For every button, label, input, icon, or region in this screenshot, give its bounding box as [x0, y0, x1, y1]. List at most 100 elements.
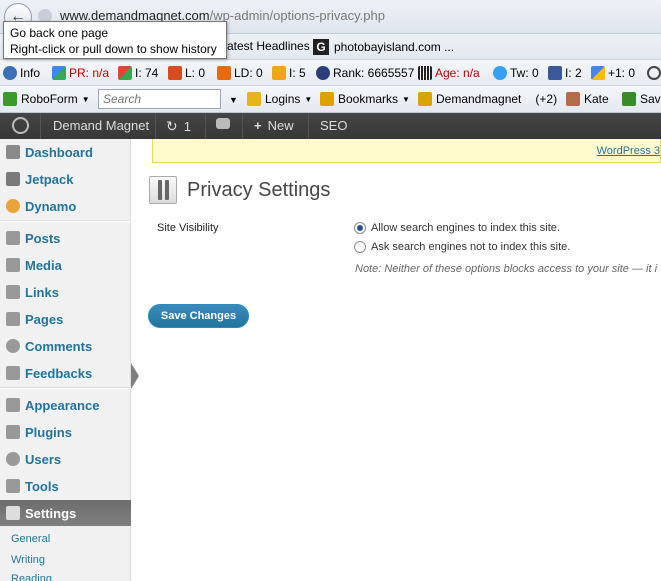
- bookmark-latest-headlines[interactable]: atest Headlines: [227, 39, 310, 53]
- info-icon: [3, 66, 17, 80]
- roboform-button[interactable]: RoboForm ▼: [3, 92, 90, 106]
- menu-appearance[interactable]: Appearance: [0, 392, 131, 418]
- save-changes-button[interactable]: Save Changes: [148, 304, 249, 328]
- menu-media[interactable]: Media: [0, 252, 131, 278]
- wordpress-logo-icon[interactable]: [12, 117, 29, 134]
- menu-jetpack[interactable]: Jetpack: [0, 166, 131, 192]
- admin-bar-divider: [242, 113, 243, 139]
- menu-feedbacks[interactable]: Feedbacks: [0, 360, 131, 386]
- pin-icon: [6, 231, 20, 245]
- menu-separator: [0, 387, 131, 389]
- save-form-icon: [622, 92, 636, 106]
- dynamo-icon: [6, 199, 20, 213]
- demandmagnet-login[interactable]: Demandmagnet (+2): [418, 92, 557, 106]
- settings-sliders-icon: [149, 176, 177, 204]
- option-block-indexing[interactable]: Ask search engines not to index this sit…: [354, 241, 570, 253]
- admin-bar-divider: [155, 113, 156, 139]
- pages-icon: [6, 312, 20, 326]
- admin-bar-divider: [205, 113, 206, 139]
- option-block-label: Ask search engines not to index this sit…: [371, 241, 571, 253]
- menu-settings[interactable]: Settings: [0, 500, 131, 526]
- option-allow-label: Allow search engines to index this site.: [371, 222, 560, 234]
- updates-link[interactable]: ↻ 1: [166, 118, 191, 135]
- admin-sidebar: Dashboard Jetpack Dynamo Posts Media Lin…: [0, 139, 131, 581]
- seo-twitter[interactable]: Tw: 0: [493, 66, 539, 80]
- logins-button[interactable]: Logins ▼: [247, 92, 312, 106]
- visibility-note: Note: Neither of these options blocks ac…: [355, 263, 658, 275]
- seo-pagerank[interactable]: PR: n/a: [52, 66, 109, 80]
- yahoo-links-icon: [168, 66, 182, 80]
- roboform-search-input[interactable]: [98, 89, 221, 109]
- refresh-icon: ↻: [166, 118, 178, 134]
- media-icon: [6, 258, 20, 272]
- current-menu-arrow: [131, 363, 139, 389]
- plugins-icon: [6, 425, 20, 439]
- seo-age[interactable]: Age: n/a: [418, 66, 480, 80]
- url-path: /wp-admin/options-privacy.php: [209, 8, 385, 23]
- menu-tools[interactable]: Tools: [0, 473, 131, 499]
- save-form-button[interactable]: Sav: [622, 92, 661, 106]
- bookmark-photobayisland[interactable]: Gphotobayisland.com ...: [313, 39, 454, 55]
- radio-allow[interactable]: [354, 222, 366, 234]
- seo-bing-index[interactable]: I: 5: [272, 66, 306, 80]
- seo-info[interactable]: Info: [3, 66, 40, 80]
- admin-bar-divider: [308, 113, 309, 139]
- dashboard-icon: [6, 145, 20, 159]
- option-allow-indexing[interactable]: Allow search engines to index this site.: [354, 222, 560, 234]
- seo-facebook[interactable]: I: 2: [548, 66, 582, 80]
- comments-link[interactable]: [216, 118, 230, 129]
- feedback-icon: [6, 366, 20, 380]
- users-icon: [6, 452, 20, 466]
- barcode-icon: [418, 66, 432, 80]
- menu-plugins[interactable]: Plugins: [0, 419, 131, 445]
- menu-posts[interactable]: Posts: [0, 225, 131, 251]
- spiral-icon[interactable]: [647, 66, 661, 80]
- submenu-writing[interactable]: Writing: [11, 554, 45, 566]
- tools-icon: [6, 479, 20, 493]
- site-visibility-label: Site Visibility: [157, 222, 219, 234]
- radio-block[interactable]: [354, 241, 366, 253]
- search-dropdown-arrow[interactable]: ▼: [229, 95, 238, 105]
- menu-links[interactable]: Links: [0, 279, 131, 305]
- menu-pages[interactable]: Pages: [0, 306, 131, 332]
- kate-identity[interactable]: Kate: [566, 92, 609, 106]
- wp-admin-bar: Demand Magnet ↻ 1 + New SEO: [0, 113, 661, 139]
- menu-dynamo[interactable]: Dynamo: [0, 193, 131, 219]
- menu-users[interactable]: Users: [0, 446, 131, 472]
- update-notice-link[interactable]: WordPress 3: [597, 145, 660, 157]
- menu-comments[interactable]: Comments: [0, 333, 131, 359]
- menu-separator: [0, 220, 131, 222]
- seo-google-index[interactable]: I: 74: [118, 66, 158, 80]
- tooltip-line2: Right-click or pull down to show history: [10, 42, 217, 56]
- new-content-link[interactable]: + New: [254, 118, 294, 133]
- site-name-link[interactable]: Demand Magnet: [53, 118, 149, 133]
- key-icon: [247, 92, 261, 106]
- seo-link-domains[interactable]: LD: 0: [217, 66, 263, 80]
- facebook-icon: [548, 66, 562, 80]
- g-icon: G: [313, 39, 329, 55]
- tooltip-line1: Go back one page: [10, 26, 109, 40]
- submenu-reading[interactable]: Reading: [11, 573, 52, 581]
- comment-bubble-icon: [216, 118, 230, 129]
- jetpack-icon: [6, 172, 20, 186]
- seo-menu-link[interactable]: SEO: [320, 118, 347, 133]
- twitter-icon: [493, 66, 507, 80]
- appearance-icon: [6, 398, 20, 412]
- menu-dashboard[interactable]: Dashboard: [0, 139, 131, 165]
- google-icon: [52, 66, 66, 80]
- seo-links[interactable]: L: 0: [168, 66, 205, 80]
- plus-icon: +: [254, 118, 262, 133]
- back-tooltip: Go back one page Right-click or pull dow…: [3, 21, 227, 59]
- login-star-icon: [418, 92, 432, 106]
- identity-card-icon: [566, 92, 580, 106]
- comments-icon: [6, 339, 20, 353]
- roboform-toolbar: RoboForm▼ ▼ Logins▼ Bookmarks▼ Demandmag…: [0, 86, 661, 113]
- google-index-icon: [118, 66, 132, 80]
- update-notice: WordPress 3: [152, 139, 661, 163]
- seo-plusone[interactable]: +1: 0: [591, 66, 635, 80]
- admin-bar-divider: [40, 113, 41, 139]
- submenu-general[interactable]: General: [11, 533, 50, 545]
- page-title: Privacy Settings: [187, 179, 331, 201]
- bookmarks-button[interactable]: Bookmarks ▼: [320, 92, 410, 106]
- seo-alexa-rank[interactable]: Rank: 6665557: [316, 66, 414, 80]
